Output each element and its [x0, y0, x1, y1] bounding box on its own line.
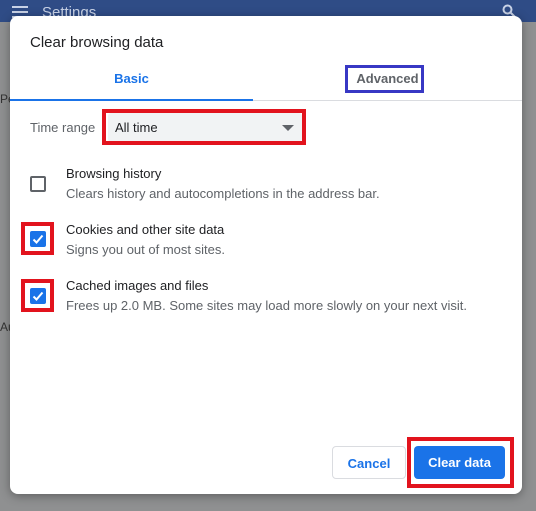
cookies-checkbox[interactable] — [30, 231, 46, 247]
cookies-description: Signs you out of most sites. — [66, 242, 225, 257]
checkmark-icon — [32, 291, 44, 301]
clear-browsing-data-dialog: Clear browsing data Basic Advanced Time … — [10, 16, 522, 494]
browsing-history-checkbox[interactable] — [30, 176, 46, 192]
cached-images-description: Frees up 2.0 MB. Some sites may load mor… — [66, 298, 467, 313]
time-range-label: Time range — [30, 120, 96, 135]
cancel-button[interactable]: Cancel — [332, 446, 406, 479]
checkmark-icon — [32, 234, 44, 244]
cached-images-title: Cached images and files — [66, 278, 209, 293]
cookies-title: Cookies and other site data — [66, 222, 225, 237]
tab-bar: Basic Advanced — [10, 66, 522, 101]
tab-advanced[interactable]: Advanced — [253, 66, 522, 100]
dialog-title: Clear browsing data — [30, 34, 164, 51]
caret-down-icon — [282, 125, 294, 131]
tab-basic[interactable]: Basic — [10, 66, 253, 101]
cached-images-checkbox[interactable] — [30, 288, 46, 304]
time-range-select[interactable]: All time — [108, 113, 302, 142]
browsing-history-description: Clears history and autocompletions in th… — [66, 186, 380, 201]
time-range-value: All time — [115, 120, 158, 135]
clear-data-button[interactable]: Clear data — [414, 446, 505, 479]
browsing-history-title: Browsing history — [66, 166, 162, 181]
